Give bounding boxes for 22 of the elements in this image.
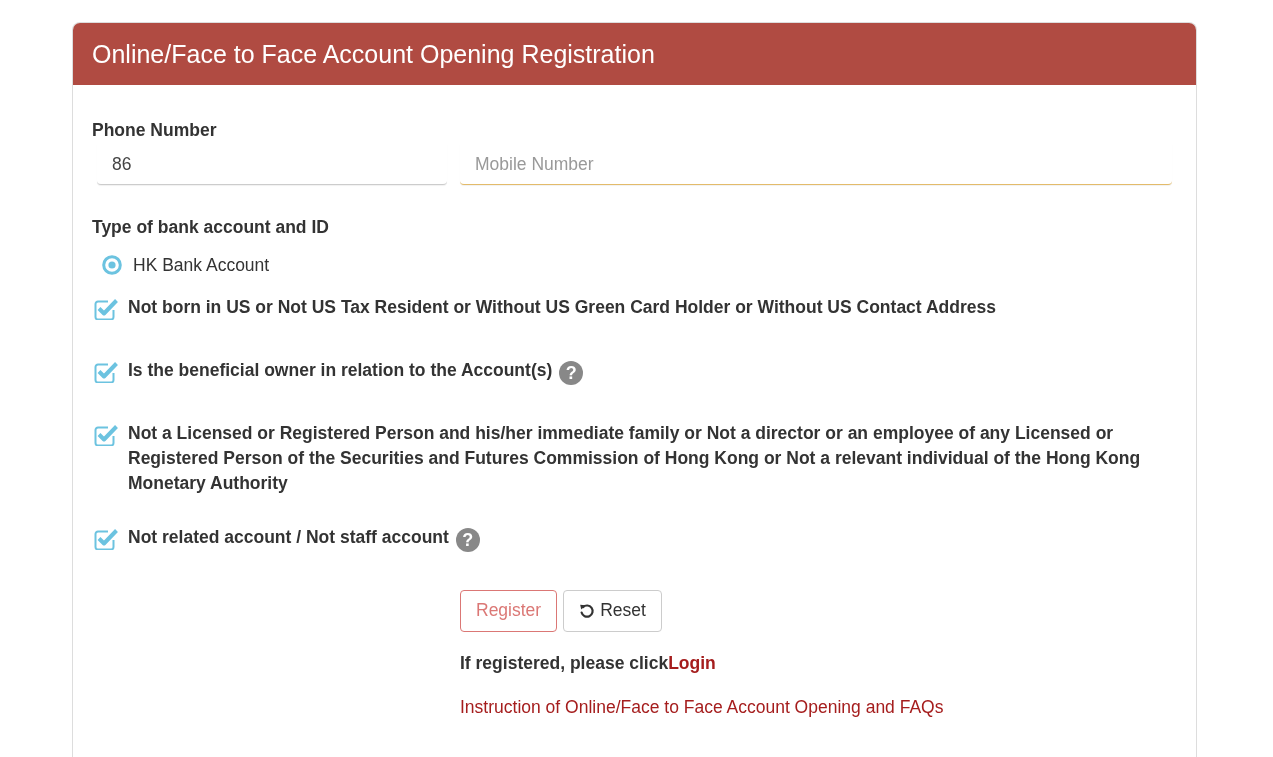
panel-title: Online/Face to Face Account Opening Registration [92, 39, 655, 69]
checked-checkbox[interactable] [94, 423, 118, 446]
checked-checkbox[interactable] [94, 297, 118, 320]
radio-label: HK Bank Account [133, 255, 270, 275]
instruction-link[interactable]: Instruction of Online/Face to Face Account Opening and FAQs [460, 697, 944, 717]
declaration-text: Not a Licensed or Registered Person and his/her immediate family or Not a director or an employee of any Licensed or Registered Person of the Securities and Futures Commission of Hong Kong or Not a relevant individual of the Hong Kong Monetary Authority [128, 423, 1141, 493]
reset-button[interactable]: Reset [563, 590, 662, 632]
login-link[interactable]: Login [668, 653, 716, 673]
login-prompt: If registered, please clickLogin [460, 653, 716, 673]
field-label: Phone Number [92, 120, 217, 140]
declaration-text: Not related account / Not staff account [128, 527, 449, 547]
country-code-field[interactable]: 86 [97, 144, 447, 185]
declaration-text: Not born in US or Not US Tax Resident or Without US Green Card Holder or Without US Contact Address [128, 297, 996, 317]
checked-checkbox[interactable] [94, 360, 118, 383]
mobile-number-field[interactable]: Mobile Number [460, 144, 1172, 185]
undo-icon [579, 603, 596, 619]
help-icon[interactable]: ? [455, 528, 480, 553]
declaration-text: Is the beneficial owner in relation to the Account(s) [128, 360, 553, 380]
field-label: Type of bank account and ID [92, 217, 329, 237]
help-icon[interactable]: ? [559, 361, 584, 386]
checked-checkbox[interactable] [94, 527, 118, 550]
radio-button[interactable] [102, 255, 122, 275]
